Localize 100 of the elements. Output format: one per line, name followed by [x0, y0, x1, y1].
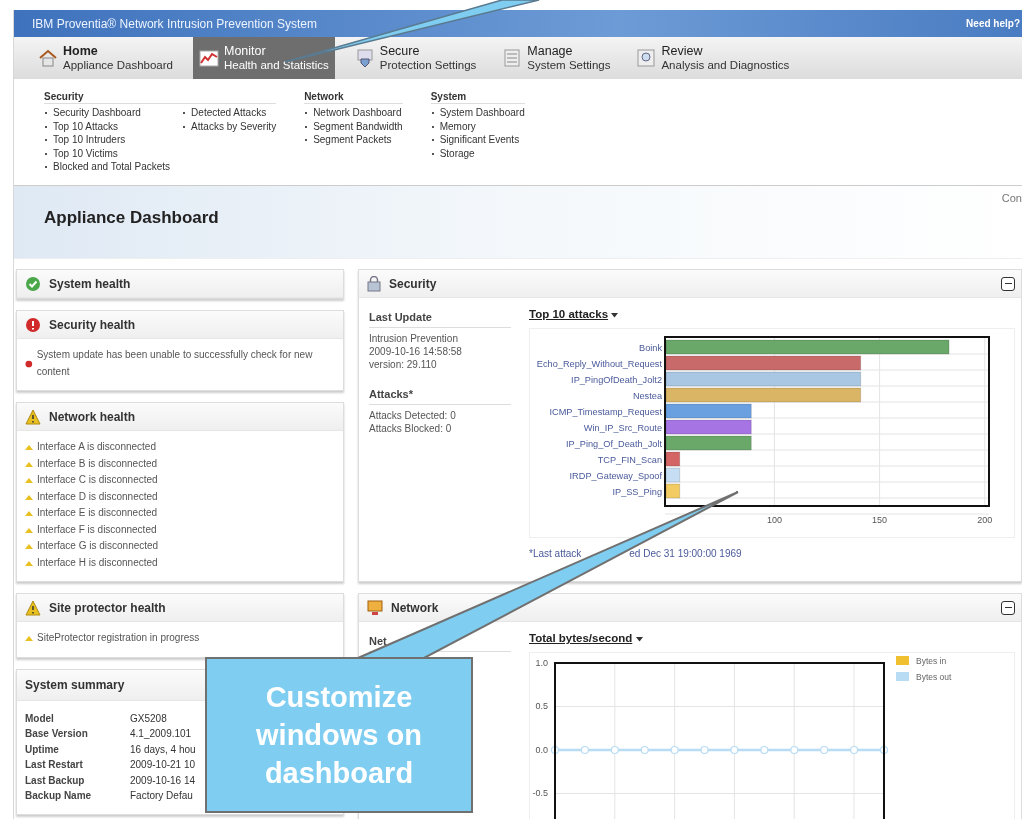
data-point: [790, 745, 799, 755]
data-point: [610, 745, 619, 755]
info-text: Attacks Detected: 0: [369, 409, 457, 422]
summary-label: Uptime: [25, 742, 60, 757]
panel-title: Security health: [49, 317, 136, 332]
info-text: version: 29.110: [369, 358, 438, 371]
axis-label: Nestea: [632, 391, 662, 401]
panel-title: Network health: [49, 409, 135, 424]
summary-label: Last Restart: [25, 758, 84, 772]
health-message: Interface B is disconnected: [37, 456, 158, 471]
health-message: Interface A is disconnected: [37, 440, 156, 454]
magnifier-icon: [636, 48, 657, 68]
panel-title: System health: [49, 276, 131, 291]
data-point: [850, 745, 859, 755]
tick-label: 1.0: [535, 658, 548, 668]
panel-title: Security: [389, 276, 437, 291]
shield-icon: [354, 48, 375, 68]
caret-icon: [635, 637, 643, 642]
legend-label: Bytes in: [916, 656, 947, 666]
data-point: [879, 745, 889, 755]
caret-icon: [611, 313, 619, 318]
info-text: Intrusion Prevention: [369, 332, 459, 345]
lock-icon: [367, 275, 381, 292]
axis-label: Win_IP_Src_Route: [583, 423, 662, 433]
health-message: Interface D is disconnected: [37, 489, 158, 504]
summary-value: Factory Defau: [130, 789, 193, 803]
tick-label: 0.0: [535, 745, 548, 755]
summary-value: 2009-10-16 14: [130, 773, 196, 788]
check-icon: [25, 275, 41, 292]
collapse-button[interactable]: [1001, 600, 1015, 615]
callout: Customize windows on dashboard: [205, 657, 473, 813]
menu-link[interactable]: System Dashboard: [430, 106, 525, 120]
axis-label: Boink: [639, 343, 662, 353]
axis-label: IP_Ping_Of_Death_Jolt: [565, 439, 662, 449]
tick-label: -0.5: [532, 788, 548, 799]
nav-tab[interactable]: Secure Protection Settings: [348, 37, 483, 79]
page-link[interactable]: Con: [1001, 192, 1022, 204]
axis-label: Echo_Reply_Without_Request: [536, 359, 662, 369]
warning-icon: [25, 408, 41, 425]
chart-selector[interactable]: Top 10 attacks: [529, 308, 1021, 320]
summary-label: Last Backup: [25, 773, 86, 788]
panel-title: Site protector health: [49, 600, 166, 615]
data-point: [640, 745, 649, 755]
section-heading: Attacks*: [369, 385, 511, 405]
menu-heading: Network: [304, 91, 403, 104]
tick-label: 100: [766, 515, 782, 525]
data-point: [550, 745, 560, 755]
data-point: [730, 745, 739, 755]
info-text: 2009-10-16 14:58:58: [369, 345, 463, 358]
error-dot-icon: [25, 359, 33, 368]
axis-label: ICMP_Timestamp_Request: [549, 407, 662, 417]
axis-label: IRDP_Gateway_Spoof: [569, 471, 662, 481]
data-point: [700, 745, 709, 755]
chart-selector[interactable]: Total bytes/second: [529, 632, 1021, 644]
nav-tab[interactable]: Manage System Settings: [496, 37, 617, 79]
menu-heading: Security: [44, 91, 277, 104]
info-text: Attacks Blocked: 0: [369, 422, 453, 435]
legend-label: Bytes out: [916, 672, 952, 682]
nav-tab[interactable]: Home Appliance Dashboard: [32, 37, 179, 79]
summary-label: Backup Name: [25, 789, 93, 803]
help-link[interactable]: Need help?: [966, 18, 1020, 29]
panel-title: Network: [391, 600, 439, 615]
axis-label: IP_SS_Ping: [612, 487, 662, 497]
chart-icon: [198, 48, 219, 68]
footnote-text: *Last attack: [529, 548, 582, 559]
footnote-text: ed Dec 31 19:00:00 1969: [629, 548, 742, 559]
warning-icon: [25, 599, 41, 616]
health-message: Interface C is disconnected: [37, 473, 158, 487]
collapse-button[interactable]: [1001, 276, 1015, 291]
summary-value: GX5208: [130, 711, 167, 726]
health-message: System update has been unable to successfully check for new content: [36, 348, 314, 379]
page-title: Appliance Dashboard: [44, 208, 219, 228]
nav-tab[interactable]: Monitor Health and Statistics: [192, 37, 335, 79]
summary-label: Model: [25, 711, 55, 726]
tick-label: 200: [977, 515, 993, 525]
nav-tab[interactable]: Review Analysis and Diagnostics: [630, 37, 796, 79]
bar: [665, 467, 681, 483]
health-message: Interface G is disconnected: [37, 539, 159, 553]
house-icon: [38, 48, 58, 68]
summary-value: 16 days, 4 hou: [130, 742, 196, 757]
menu-heading: System: [430, 91, 525, 104]
data-point: [820, 745, 829, 755]
section-heading: Last Update: [369, 308, 511, 328]
tick-label: 150: [872, 515, 888, 525]
axis-label: TCP_FIN_Scan: [597, 455, 662, 465]
menu-link[interactable]: Attacks by Severity: [182, 119, 277, 133]
menu-link[interactable]: Segment Bandwidth: [304, 119, 403, 133]
bar: [665, 483, 681, 499]
summary-value: 4.1_2009.101: [130, 727, 192, 741]
error-icon: [25, 316, 41, 333]
app-title: IBM Proventia® Network Intrusion Prevention System: [32, 16, 317, 31]
health-message: Interface E is disconnected: [37, 506, 158, 520]
warning-icon: [25, 634, 33, 643]
axis-label: IP_PingOfDeath_Jolt2: [571, 375, 662, 385]
summary-label: Base Version: [25, 727, 89, 741]
health-message: SiteProtector registration in progress: [37, 631, 200, 645]
list-icon: [502, 48, 523, 68]
health-message: Interface H is disconnected: [37, 555, 158, 570]
health-message: Interface F is disconnected: [37, 522, 157, 537]
data-point: [760, 745, 769, 755]
